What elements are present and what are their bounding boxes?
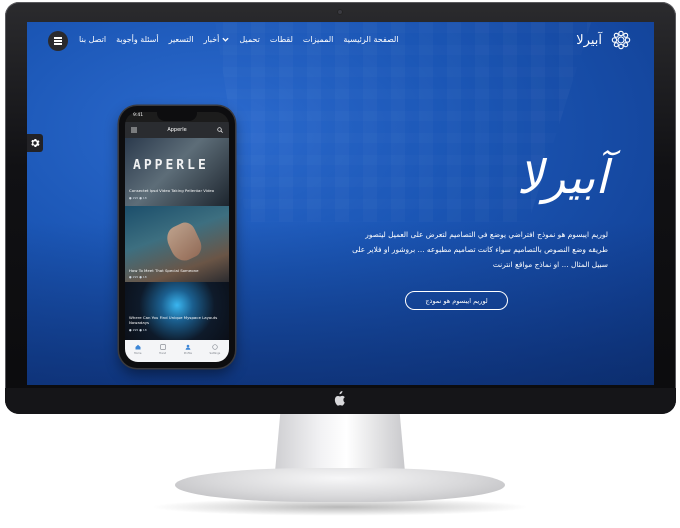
tab-profile[interactable]: Profile (184, 344, 192, 355)
monitor-mockup: اتصل بنا أسئلة وأجوبة التسعير أخبار تحمي… (0, 0, 680, 528)
tab-home[interactable]: Home (133, 344, 142, 355)
tab-label: Profile (183, 352, 192, 355)
tab-settings[interactable]: Settings (209, 344, 221, 355)
phone-app-bar: Apperle (125, 122, 229, 138)
nav-item-pricing[interactable]: التسعير (169, 35, 194, 44)
article-card-2[interactable]: How To Meet That Special Someone ● 295 ●… (125, 206, 229, 282)
top-navigation: اتصل بنا أسئلة وأجوبة التسعير أخبار تحمي… (27, 22, 654, 60)
hamburger-icon (54, 40, 62, 42)
brand[interactable]: آبيرلا (576, 29, 632, 51)
nav-item-download[interactable]: تحميل (239, 35, 260, 44)
card-meta: ● 295 ● 18 (129, 328, 147, 332)
article-card-3[interactable]: Where Can You Find Unique Myspace Layout… (125, 282, 229, 340)
card-meta: ● 295 ● 18 (129, 275, 147, 279)
chevron-down-icon (222, 37, 229, 42)
trend-icon (159, 344, 166, 350)
card-meta: ● 295 ● 18 (129, 196, 147, 200)
article-card-1[interactable]: APPERLE Consectet Ipsd Video Taking Pell… (125, 138, 229, 206)
photo-hand-phone (162, 219, 206, 265)
nav-item-contact[interactable]: اتصل بنا (79, 35, 106, 44)
hero-title: آبيرلا (516, 150, 608, 204)
tab-label: Trend (159, 352, 167, 355)
card-banner-text: APPERLE (133, 158, 209, 173)
hamburger-menu-button[interactable] (48, 31, 68, 51)
card-caption: Consectet Ipsd Video Taking Pellentar Vi… (129, 188, 215, 193)
settings-toggle-button[interactable] (27, 134, 43, 152)
phone-mockup: 9:41 Apperle APPERLE Consectet Ipsd Vide… (119, 106, 235, 368)
tab-label: Home (133, 352, 142, 355)
nav-item-news[interactable]: أخبار (203, 35, 229, 44)
hero-description: لوريم ايبسوم هو نموذج افتراضي يوضع في ال… (352, 230, 608, 269)
monitor-stand (275, 414, 405, 472)
apple-logo-icon (334, 391, 345, 406)
nav-item-news-label: أخبار (203, 35, 220, 44)
nav-item-screenshots[interactable]: لقطات (270, 35, 293, 44)
gear-icon (31, 139, 40, 147)
profile-icon (185, 344, 191, 350)
home-icon (135, 344, 141, 350)
brand-logo-icon (611, 30, 631, 50)
menu-icon[interactable] (131, 127, 137, 133)
settings-icon (212, 344, 218, 350)
nav-menu: اتصل بنا أسئلة وأجوبة التسعير أخبار تحمي… (79, 35, 399, 44)
phone-notch (157, 112, 197, 121)
nav-item-faq[interactable]: أسئلة وأجوبة (116, 35, 159, 44)
brand-name: آبيرلا (576, 32, 602, 48)
tab-label: Settings (209, 352, 221, 355)
card-caption: How To Meet That Special Someone (129, 268, 199, 273)
camera-icon (337, 9, 343, 15)
nav-item-features[interactable]: المميزات (303, 35, 334, 44)
status-time: 9:41 (133, 113, 144, 118)
card-caption: Where Can You Find Unique Myspace Layout… (129, 315, 218, 325)
hero-cta-button[interactable]: لوريم ايبسوم هو نموذج (405, 291, 508, 310)
phone-screen: 9:41 Apperle APPERLE Consectet Ipsd Vide… (125, 112, 229, 362)
search-icon[interactable] (217, 127, 223, 133)
monitor-base (175, 468, 505, 502)
website-screen: اتصل بنا أسئلة وأجوبة التسعير أخبار تحمي… (27, 22, 654, 385)
nav-item-home[interactable]: الصفحة الرئيسية (343, 35, 398, 44)
phone-app-title: Apperle (167, 127, 187, 133)
phone-tab-bar: Home Trend Profile Settings (125, 340, 229, 362)
tab-trend[interactable]: Trend (159, 344, 166, 355)
